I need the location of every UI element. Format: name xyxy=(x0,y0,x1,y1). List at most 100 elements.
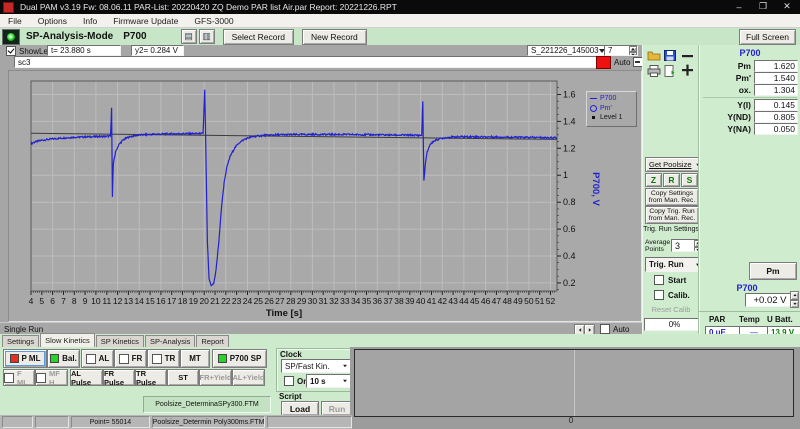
tr-button[interactable]: TR xyxy=(147,349,180,368)
al-yield-button[interactable]: AL+Yield xyxy=(232,369,265,386)
show-level-checkbox-box[interactable] xyxy=(6,46,16,56)
clock-interval-select[interactable]: 10 s xyxy=(306,374,352,388)
maximize-button[interactable]: ❐ xyxy=(756,0,770,13)
comment-input[interactable]: sc3 xyxy=(14,56,602,68)
p-ml-button[interactable]: P ML xyxy=(3,349,47,368)
export-icon[interactable] xyxy=(664,65,677,79)
tab-report[interactable]: Report xyxy=(196,335,229,347)
layout-rows-icon[interactable]: ▤ xyxy=(181,29,197,44)
tab-bar: Settings Slow Kinetics SP Kinetics SP-An… xyxy=(0,334,800,347)
pm-button[interactable]: Pm xyxy=(749,262,797,280)
mode-label: SP-Analysis-Mode xyxy=(26,31,113,42)
al-button[interactable]: AL xyxy=(81,349,114,368)
layout-columns-icon[interactable]: ▥ xyxy=(199,29,215,44)
start-checkbox-box[interactable] xyxy=(654,275,664,285)
ynd-value: 0.805 xyxy=(754,111,798,123)
script-run-button[interactable]: Run xyxy=(321,401,353,416)
bal-button[interactable]: Bal. xyxy=(47,349,80,368)
svg-text:35: 35 xyxy=(362,296,372,306)
fr-pulse-button[interactable]: FR Pulse xyxy=(103,369,135,386)
reset-calib-button[interactable]: Reset Calib xyxy=(643,305,699,314)
clock-on-checkbox-box[interactable] xyxy=(284,376,294,386)
svg-text:18: 18 xyxy=(178,296,188,306)
select-record-button[interactable]: Select Record xyxy=(223,29,294,45)
fr-yield-button[interactable]: FR+Yield xyxy=(199,369,232,386)
save-icon[interactable] xyxy=(664,50,676,63)
side-tool-column: Get Poolsize Z R S Copy Settingsfrom Man… xyxy=(642,45,699,340)
legend-circle-icon xyxy=(590,105,597,112)
record-select[interactable]: S_221226_145003 xyxy=(527,45,609,56)
clock-group: Clock SP/Fast Kin. On 10 s xyxy=(276,348,351,392)
svg-text:1.4: 1.4 xyxy=(563,116,576,126)
al-checkbox-box[interactable] xyxy=(86,354,96,364)
temp-label: Temp xyxy=(739,315,760,324)
zoom-in-icon[interactable] xyxy=(681,64,694,78)
p700-sp-button[interactable]: P700 SP xyxy=(212,349,267,368)
trig-run-select[interactable]: Trig. Run xyxy=(645,257,705,272)
offset-spinner[interactable] xyxy=(790,291,799,308)
print-icon[interactable] xyxy=(647,65,661,79)
new-record-button[interactable]: New Record xyxy=(302,29,367,45)
tab-settings[interactable]: Settings xyxy=(2,335,39,347)
svg-text:32: 32 xyxy=(329,296,339,306)
start-checkbox[interactable]: Start xyxy=(651,275,689,285)
ubatt-label: U Batt. xyxy=(767,315,793,324)
script-title: Script xyxy=(279,392,302,401)
menu-info[interactable]: Info xyxy=(75,16,105,26)
pm-label: Pm xyxy=(699,61,754,71)
fr-button[interactable]: FR xyxy=(114,349,147,368)
svg-text:4: 4 xyxy=(29,296,34,306)
p700-values-panel: P700 Pm1.620 Pm'1.540 ox.1.304 Y(I)0.145… xyxy=(698,45,800,340)
minimize-button[interactable]: – xyxy=(732,0,746,13)
divider xyxy=(699,311,800,312)
fr-checkbox-box[interactable] xyxy=(119,354,129,364)
menu-file[interactable]: File xyxy=(0,16,30,26)
full-screen-button[interactable]: Full Screen xyxy=(739,29,796,45)
svg-text:20: 20 xyxy=(199,296,209,306)
open-folder-icon[interactable] xyxy=(647,50,661,63)
zoom-reset-r-button[interactable]: R xyxy=(663,173,680,187)
zoom-reset-s-button[interactable]: S xyxy=(681,173,698,187)
zoom-reset-z-button[interactable]: Z xyxy=(645,173,662,187)
tab-sp-analysis[interactable]: SP-Analysis xyxy=(145,335,195,347)
tr-pulse-button[interactable]: TR Pulse xyxy=(135,369,167,386)
yi-label: Y(I) xyxy=(699,100,754,110)
menu-gfs-3000[interactable]: GFS-3000 xyxy=(186,16,241,26)
menu-options[interactable]: Options xyxy=(30,16,75,26)
f-ml-button[interactable]: F ML xyxy=(3,369,35,386)
tab-slow-kinetics[interactable]: Slow Kinetics xyxy=(40,333,95,347)
auto-run-checkbox-box[interactable] xyxy=(600,324,610,334)
svg-text:48: 48 xyxy=(502,296,512,306)
green-indicator-icon xyxy=(218,354,227,363)
get-poolsize-button[interactable]: Get Poolsize xyxy=(645,157,705,172)
green-indicator-icon xyxy=(50,354,59,363)
status-cell-empty2 xyxy=(35,416,69,428)
mini-chart-plot[interactable] xyxy=(354,349,794,417)
p700-kinetics-chart[interactable]: 4567891011121314151617181920212223242526… xyxy=(9,71,639,319)
record-spinner-arrows[interactable] xyxy=(629,46,637,56)
script-load-button[interactable]: Load xyxy=(281,401,319,416)
al-pulse-button[interactable]: AL Pulse xyxy=(70,369,103,386)
st-button[interactable]: ST xyxy=(167,369,199,386)
record-color-swatch[interactable] xyxy=(596,56,611,69)
copy-trig-run-button[interactable]: Copy Trig. Runfrom Man. Rec. xyxy=(645,206,699,224)
mt-button[interactable]: MT xyxy=(180,349,210,368)
svg-text:0.6: 0.6 xyxy=(563,224,576,234)
tr-checkbox-box[interactable] xyxy=(152,354,162,364)
copy-settings-button[interactable]: Copy Settingsfrom Man. Rec. xyxy=(645,188,699,206)
record-number-spinner[interactable]: 7 xyxy=(604,45,638,56)
mf-h-button[interactable]: MF H xyxy=(35,369,68,386)
tab-sp-kinetics[interactable]: SP Kinetics xyxy=(96,335,144,347)
svg-text:0.4: 0.4 xyxy=(563,251,576,261)
zoom-out-icon[interactable] xyxy=(681,51,694,62)
calib-checkbox-box[interactable] xyxy=(654,290,664,300)
calib-checkbox[interactable]: Calib. xyxy=(651,290,693,300)
trig-run-settings-link[interactable]: Trig. Run Settings xyxy=(643,226,699,233)
svg-text:44: 44 xyxy=(459,296,469,306)
offset-channel-label: P700 xyxy=(699,283,795,293)
mode-button[interactable] xyxy=(2,29,20,45)
close-button[interactable]: ✕ xyxy=(780,0,794,13)
clock-mode-select[interactable]: SP/Fast Kin. xyxy=(281,359,352,373)
auto-run-checkbox[interactable]: Auto xyxy=(597,324,632,334)
menu-firmware-update[interactable]: Firmware Update xyxy=(105,16,186,26)
